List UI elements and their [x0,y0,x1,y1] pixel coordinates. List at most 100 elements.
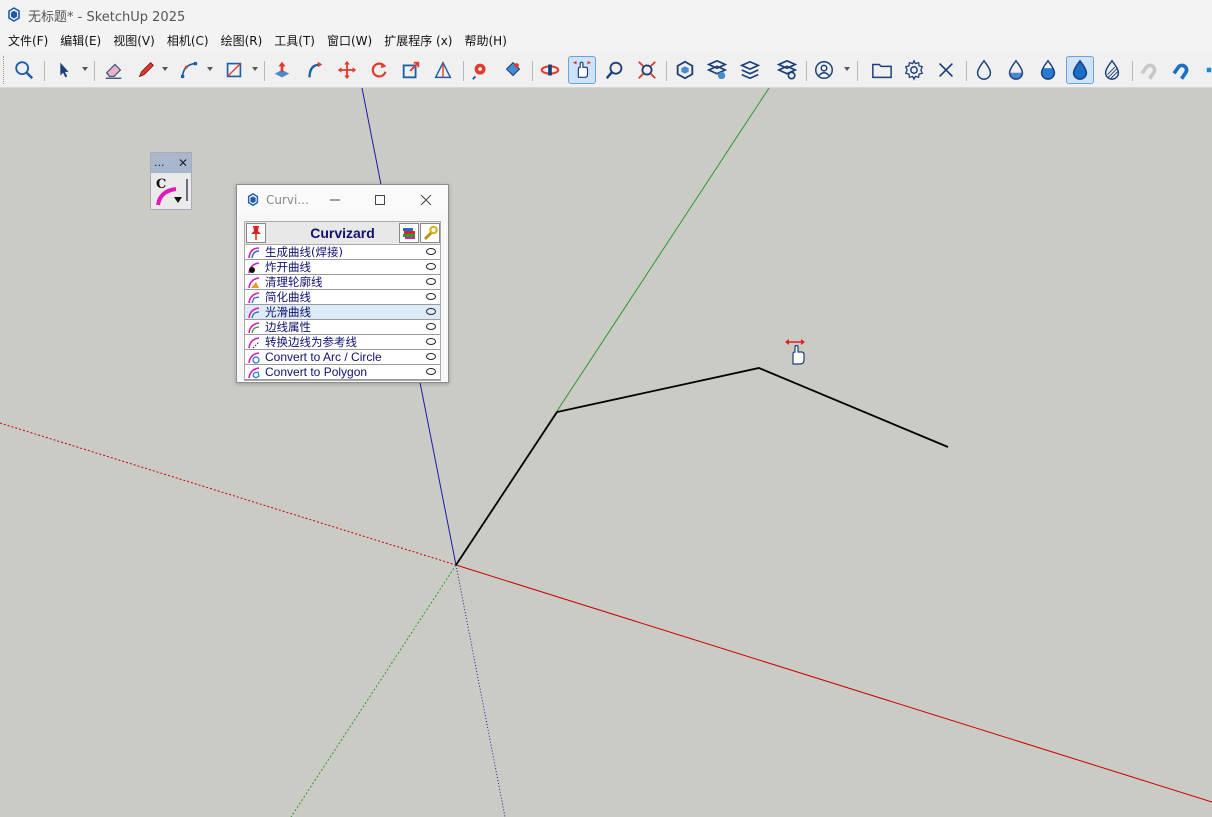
eye-icon[interactable] [426,278,436,285]
eye-icon[interactable] [426,248,436,255]
toolbar-separator [463,61,464,81]
red-axis-solid [455,564,1212,803]
menu-tools[interactable]: 工具(T) [268,30,321,52]
drop-full-button[interactable] [1066,56,1094,84]
cmd-label: 边线属性 [265,320,311,334]
folder-button[interactable] [868,56,896,84]
account-icon [815,61,833,79]
cmd-edges-to-guides[interactable]: 转换边线为参考线 [245,335,440,350]
cmd-label: 炸开曲线 [265,260,311,274]
mini-panel-titlebar[interactable]: ... ✕ [151,153,191,173]
curvizard-books-button[interactable] [399,223,419,243]
pencil-icon [138,62,154,78]
minimize-button[interactable] [312,185,358,215]
orbit-button[interactable] [536,56,564,84]
drop-half-icon [1008,59,1024,80]
follow-me-button[interactable] [301,56,329,84]
eye-icon[interactable] [426,263,436,270]
eye-icon[interactable] [426,353,436,360]
settings-button[interactable] [900,56,928,84]
arc-dropdown[interactable] [207,67,213,71]
cmd-convert-arc-circle[interactable]: Convert to Arc / Circle [245,350,440,365]
drop-hatched-button[interactable] [1098,56,1126,84]
cmd-simplify-curve[interactable]: 简化曲线 [245,290,440,305]
partial-tool-button[interactable] [1198,56,1212,84]
move-button[interactable] [333,56,361,84]
menu-extensions[interactable]: 扩展程序 (x) [378,30,458,52]
toolbar-grip[interactable] [3,56,5,84]
eraser-button[interactable] [100,56,128,84]
menu-edit[interactable]: 编辑(E) [54,30,107,52]
window-close-button[interactable] [403,185,449,215]
toolbar-separator [1132,61,1133,81]
eye-icon[interactable] [426,323,436,330]
select-dropdown[interactable] [82,67,88,71]
menu-draw[interactable]: 绘图(R) [215,30,269,52]
eye-icon[interactable] [426,308,436,315]
drop-half-button[interactable] [1002,56,1030,84]
rectangle-dropdown[interactable] [252,67,258,71]
svg-text:C: C [156,177,166,192]
components-button[interactable] [671,56,699,84]
cmd-convert-polygon[interactable]: Convert to Polygon [245,365,440,380]
close-tool-button[interactable] [932,56,960,84]
menu-bar: 文件(F) 编辑(E) 视图(V) 相机(C) 绘图(R) 工具(T) 窗口(W… [0,30,1212,52]
maximize-button[interactable] [357,185,403,215]
cmd-clean-contour[interactable]: 清理轮廓线 [245,275,440,290]
cmd-edge-properties[interactable]: 边线属性 [245,320,440,335]
scale-button[interactable] [397,56,425,84]
outliner-button[interactable] [703,56,731,84]
convert-polygon-icon [248,366,260,379]
pan-icon [572,60,592,78]
curvizard-launcher-icon[interactable]: C [154,175,190,207]
curvizard-titlebar[interactable]: Curvi... [237,185,448,215]
sketchup-app-icon [247,193,259,207]
styles-button[interactable] [773,56,801,84]
green-axis-dotted [290,564,457,817]
magnet-blue-button[interactable] [1168,56,1196,84]
menu-view[interactable]: 视图(V) [107,30,161,52]
arc-button[interactable] [175,56,203,84]
toolbar-separator [966,61,967,81]
protractor-button[interactable] [429,56,457,84]
cmd-label: 简化曲线 [265,290,311,304]
edge-properties-icon [248,321,260,333]
menu-camera[interactable]: 相机(C) [161,30,215,52]
pan-button[interactable] [568,56,596,84]
drop-empty-button[interactable] [970,56,998,84]
account-button[interactable] [810,56,838,84]
cmd-explode-curve[interactable]: 炸开曲线 [245,260,440,275]
magnet-gray-button[interactable] [1136,56,1164,84]
eye-icon[interactable] [426,368,436,375]
eye-icon[interactable] [426,338,436,345]
close-icon [938,62,954,78]
account-dropdown[interactable] [844,67,850,71]
menu-help[interactable]: 帮助(H) [458,30,512,52]
zoom-window-button[interactable] [633,56,661,84]
mini-panel-close-icon[interactable]: ✕ [178,156,188,170]
tape-button[interactable] [467,56,495,84]
menu-file[interactable]: 文件(F) [2,30,54,52]
menu-window[interactable]: 窗口(W) [321,30,378,52]
cmd-smooth-curve[interactable]: 光滑曲线 [245,305,440,320]
settings-icon [904,59,924,81]
toolbar-separator [94,61,95,81]
rotate-button[interactable] [365,56,393,84]
toolbar-separator [44,61,45,81]
cmd-weld-curve[interactable]: 生成曲线(焊接) [245,245,440,260]
cmd-label: 生成曲线(焊接) [265,245,343,259]
pencil-dropdown[interactable] [162,67,168,71]
paint-bucket-button[interactable] [499,56,527,84]
rectangle-button[interactable] [220,56,248,84]
pencil-button[interactable] [132,56,160,84]
zoom-extents-button[interactable] [10,56,38,84]
push-pull-button[interactable] [268,56,296,84]
drop-most-button[interactable] [1034,56,1062,84]
layers-button[interactable] [736,56,764,84]
curvizard-settings-button[interactable] [420,223,440,243]
zoom-button[interactable] [601,56,629,84]
select-button[interactable] [50,56,78,84]
eye-icon[interactable] [426,293,436,300]
folder-icon [872,63,892,79]
curvizard-command-list: 生成曲线(焊接) 炸开曲线 清理轮廓线 简化曲线 光滑曲线 边线属性 转换边线为… [244,245,441,381]
